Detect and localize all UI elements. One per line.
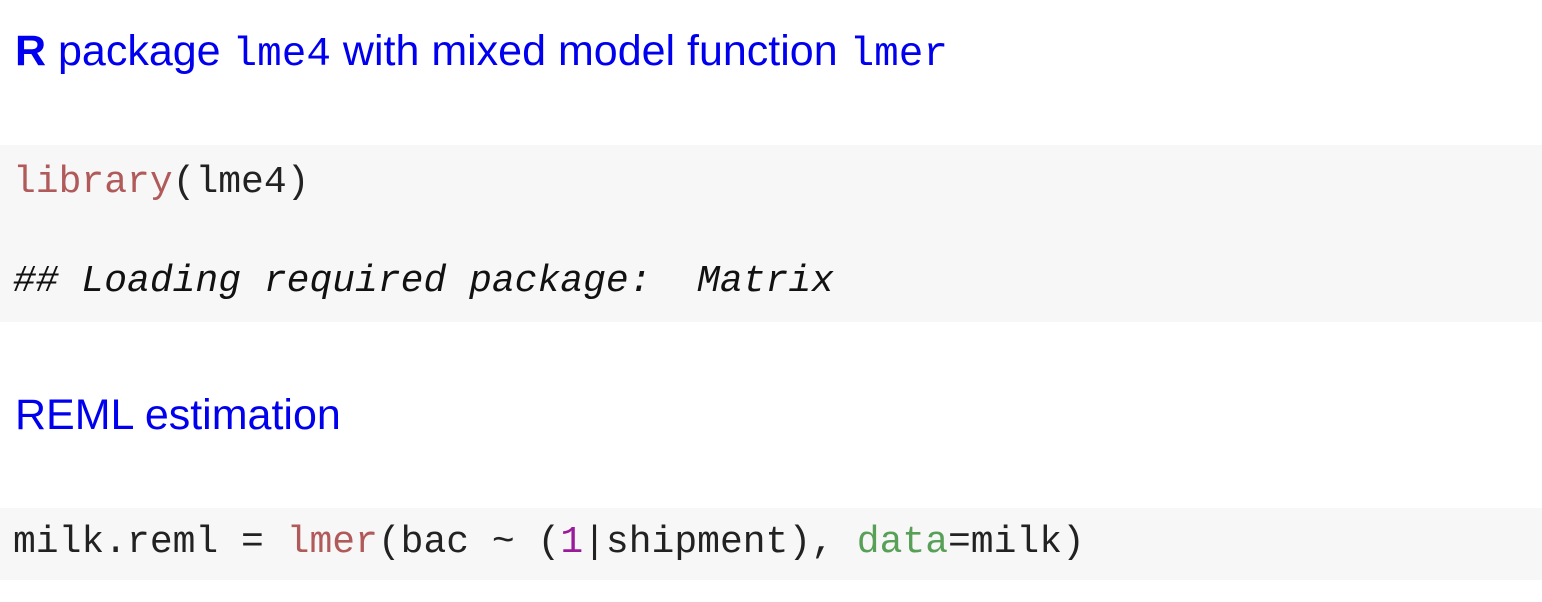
heading-code-package: lme4 bbox=[232, 32, 331, 78]
code-block-lmer: milk.reml = lmer(bac ~ (1|shipment), dat… bbox=[0, 508, 1542, 580]
code-arguments: (lme4) bbox=[172, 161, 310, 204]
section-heading-reml: REML estimation bbox=[15, 391, 341, 439]
code-formula-mid: |shipment), bbox=[583, 521, 857, 564]
code-formula-open: (bac ~ ( bbox=[377, 521, 561, 564]
code-argument-name: data bbox=[856, 521, 948, 564]
code-block-library: library(lme4) ## Loading required packag… bbox=[0, 145, 1542, 322]
code-number-literal: 1 bbox=[560, 521, 584, 564]
code-output-line: ## Loading required package: Matrix bbox=[13, 260, 834, 303]
heading-code-function: lmer bbox=[849, 32, 948, 78]
code-line-lmer-call: milk.reml = lmer(bac ~ (1|shipment), dat… bbox=[13, 524, 1085, 562]
code-formula-close: =milk) bbox=[948, 521, 1085, 564]
heading-text-part: package bbox=[46, 27, 233, 75]
code-line-library-call: library(lme4) bbox=[13, 164, 309, 202]
code-function-name: library bbox=[13, 161, 173, 204]
heading-text-part: with mixed model function bbox=[330, 27, 850, 75]
section-heading-lme4: R package lme4 with mixed model function… bbox=[15, 30, 948, 76]
code-assignment: milk.reml = bbox=[13, 521, 287, 564]
code-function-name: lmer bbox=[286, 521, 378, 564]
heading-r-label: R bbox=[15, 27, 47, 75]
